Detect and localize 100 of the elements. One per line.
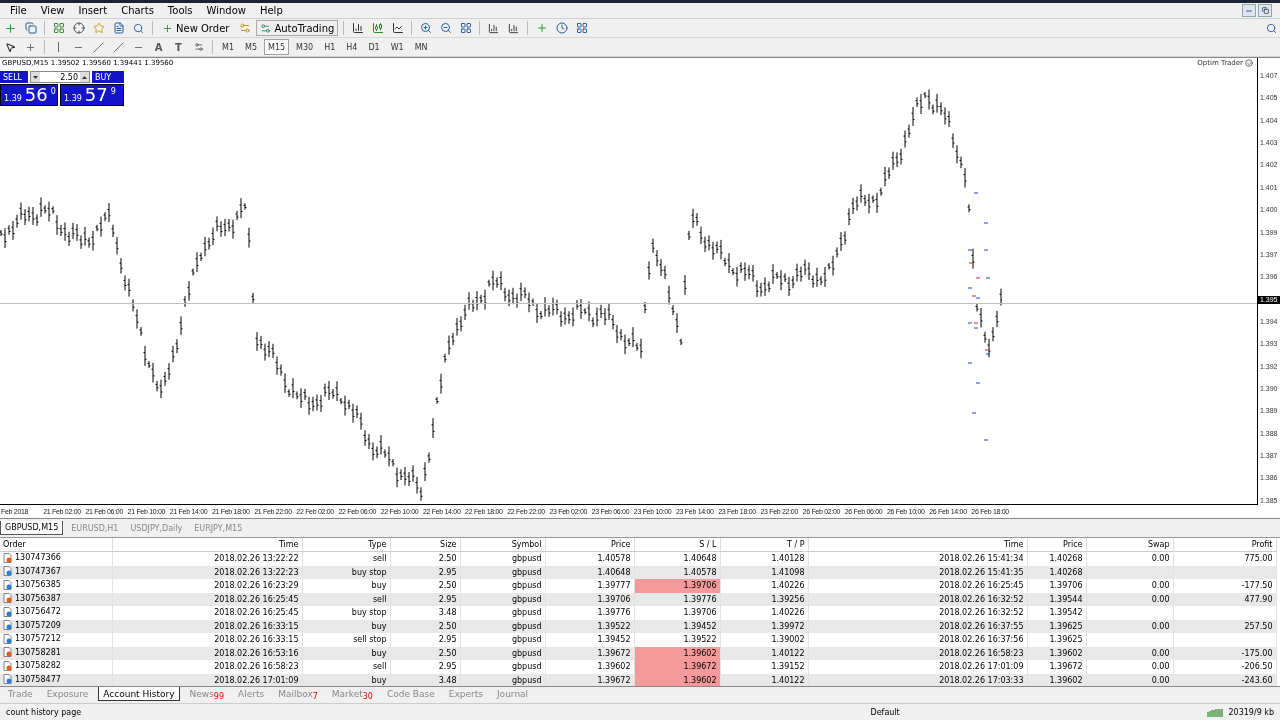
table-cell: 1.39625 — [1027, 633, 1086, 647]
star-icon[interactable] — [90, 20, 107, 36]
timeframe-button[interactable]: M5 — [241, 39, 261, 55]
table-cell: 2.50 — [390, 579, 460, 593]
label-tool-button[interactable]: T — [170, 39, 187, 55]
column-header[interactable]: Symbol — [460, 538, 545, 552]
table-cell: 130757209 — [15, 619, 61, 631]
table-cell: 2018.02.26 16:25:45 — [112, 606, 302, 620]
sell-button[interactable]: SELL — [0, 71, 28, 83]
table-cell: 1.40578 — [545, 551, 634, 566]
status-hint: count history page — [5, 707, 83, 717]
table-cell: 2018.02.26 15:41:34 — [808, 551, 1027, 566]
chart-tab[interactable]: GBPUSD,M15 — [0, 521, 64, 535]
table-cell: 2.95 — [390, 633, 460, 647]
table-cell: gbpusd — [460, 551, 545, 566]
table-cell: 1.40268 — [1027, 551, 1086, 566]
table-cell: 0.00 — [1086, 551, 1173, 566]
menu-item[interactable]: Help — [253, 5, 289, 16]
table-cell: 1.39706 — [1027, 579, 1086, 593]
table-cell: gbpusd — [460, 606, 545, 620]
menu-item[interactable]: File — [4, 5, 33, 16]
table-cell: 2018.02.26 16:32:52 — [808, 606, 1027, 620]
table-cell: 2018.02.26 16:33:15 — [112, 633, 302, 647]
column-header[interactable]: T / P — [720, 538, 808, 552]
table-cell: 2018.02.26 16:58:23 — [112, 660, 302, 674]
table-cell: 2.95 — [390, 660, 460, 674]
table-cell: 1.39672 — [1027, 660, 1086, 674]
menu-item[interactable]: View — [34, 5, 71, 16]
profile-name: Default — [869, 707, 901, 717]
timeframe-button[interactable]: H4 — [342, 39, 362, 55]
timeframe-button[interactable]: M15 — [264, 39, 290, 55]
table-cell: sell — [302, 660, 390, 674]
timeframe-button[interactable]: W1 — [386, 39, 408, 55]
table-cell: 130758477 — [15, 673, 61, 685]
menu-item[interactable]: Charts — [115, 5, 160, 16]
table-cell: 1.39602 — [545, 660, 634, 674]
increase-button[interactable] — [80, 72, 89, 82]
table-cell: 1.40648 — [634, 551, 720, 566]
table-cell: 1.40122 — [720, 673, 808, 686]
table-cell: buy stop — [302, 606, 390, 620]
clock-icon[interactable] — [553, 20, 571, 36]
table-cell: 130758282 — [15, 660, 61, 671]
crosshair-icon[interactable] — [70, 20, 87, 36]
table-cell: 3.48 — [390, 606, 460, 620]
menu-item[interactable]: Insert — [72, 5, 114, 16]
table-cell: 1.39776 — [545, 606, 634, 620]
table-cell: 2018.02.26 16:37:56 — [808, 633, 1027, 647]
timeframe-button[interactable]: D1 — [364, 39, 384, 55]
table-cell: 1.40128 — [720, 551, 808, 566]
lot-spinner[interactable]: 2.50 — [30, 71, 90, 83]
terminal-tab[interactable]: Account History — [98, 687, 180, 701]
table-cell: -243.60 — [1173, 673, 1276, 686]
traffic-counter: 20319/9 kb — [1227, 707, 1275, 717]
column-header[interactable]: Time — [808, 538, 1027, 552]
table-cell: gbpusd — [460, 660, 545, 674]
column-header[interactable]: S / L — [634, 538, 720, 552]
table-cell: 1.40226 — [720, 606, 808, 620]
table-cell: 1.39542 — [1027, 606, 1086, 620]
table-cell: 1.39152 — [720, 660, 808, 674]
table-cell: 1.39706 — [634, 606, 720, 620]
table-cell: 130756472 — [15, 606, 61, 617]
trendline-icon[interactable] — [90, 39, 107, 55]
table-cell: 130758281 — [15, 646, 61, 658]
column-header[interactable]: Profit — [1173, 538, 1276, 552]
buy-button[interactable]: BUY — [92, 71, 124, 83]
table-cell: sell stop — [302, 633, 390, 647]
restore-button[interactable] — [1258, 4, 1272, 17]
column-header[interactable]: Size — [390, 538, 460, 552]
table-cell: 130757212 — [15, 633, 61, 644]
column-header[interactable]: Price — [1027, 538, 1086, 552]
table-cell: 2018.02.26 17:03:33 — [808, 673, 1027, 686]
table-cell: 1.39672 — [634, 660, 720, 674]
down-arrow-icon — [33, 75, 38, 79]
menu-item[interactable]: Tools — [161, 5, 199, 16]
text-tool-button[interactable]: A — [150, 39, 167, 55]
table-cell: -206.50 — [1173, 660, 1276, 674]
column-header[interactable]: Type — [302, 538, 390, 552]
plus-icon — [162, 22, 173, 34]
column-header[interactable]: Swap — [1086, 538, 1173, 552]
timeframe-button[interactable]: M30 — [292, 39, 318, 55]
auto-trading-button[interactable]: AutoTrading — [256, 20, 339, 36]
table-cell: 1.39002 — [720, 633, 808, 647]
table-cell: 1.39522 — [634, 633, 720, 647]
table-cell: 0.00 — [1086, 673, 1173, 686]
table-cell: 1.39452 — [545, 633, 634, 647]
table-cell: sell — [302, 551, 390, 566]
minimize-button[interactable] — [1242, 4, 1256, 17]
timeframe-button[interactable]: M1 — [218, 39, 238, 55]
menu-item[interactable]: Window — [200, 5, 252, 16]
column-header[interactable]: Time — [112, 538, 302, 552]
table-cell: 130747366 — [15, 552, 61, 563]
column-header[interactable]: Price — [545, 538, 634, 552]
table-cell: 1.39706 — [634, 579, 720, 593]
table-cell: 775.00 — [1173, 551, 1276, 566]
restore-icon — [1261, 7, 1269, 14]
table-cell: 130747367 — [15, 565, 61, 577]
table-cell: buy — [302, 579, 390, 593]
decrease-button[interactable] — [31, 72, 40, 82]
timeframe-button[interactable]: H1 — [320, 39, 340, 55]
timeframe-button[interactable]: MN — [410, 39, 432, 55]
